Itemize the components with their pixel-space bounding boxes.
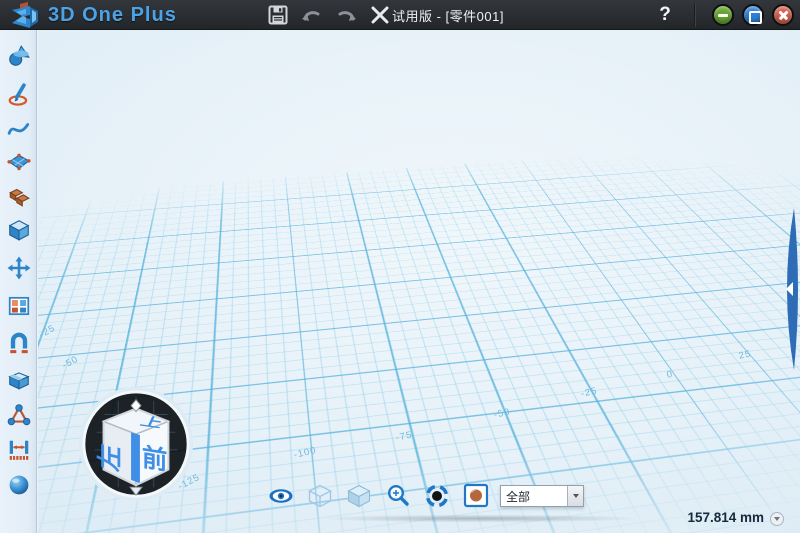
assembly-nodes-icon	[7, 403, 31, 427]
sidebar-item-measure[interactable]	[5, 436, 32, 463]
close-window-button[interactable]	[772, 4, 794, 26]
open-box-icon	[7, 368, 31, 392]
pattern-array-icon	[7, 294, 31, 318]
sidebar-item-pattern[interactable]	[5, 292, 32, 319]
sidebar-item-sketch[interactable]	[5, 81, 32, 108]
selection-filter-button[interactable]	[461, 483, 491, 509]
undo-button[interactable]	[300, 3, 324, 27]
view-toolbar: 全部	[266, 482, 584, 510]
wireframe-cube-icon	[306, 483, 334, 509]
sidebar-item-solid[interactable]	[5, 216, 32, 243]
window-controls	[712, 4, 794, 26]
redo-icon	[335, 6, 357, 24]
titlebar-toolbar	[266, 0, 392, 30]
close-document-button[interactable]	[368, 3, 392, 27]
measurement-readout: 157.814 mm	[687, 510, 764, 525]
wireframe-view-button[interactable]	[305, 483, 335, 509]
titlebar-separator	[694, 3, 695, 27]
filter-dropdown[interactable]: 全部	[500, 485, 584, 507]
measure-ruler-icon	[7, 438, 31, 462]
selection-filter-icon	[462, 483, 490, 509]
save-button[interactable]	[266, 3, 290, 27]
sidebar-item-magnet[interactable]	[5, 329, 32, 356]
combine-blocks-icon	[7, 184, 31, 208]
shaded-cube-icon	[345, 483, 373, 509]
sidebar-item-move[interactable]	[5, 254, 32, 281]
orbit-camera-button[interactable]	[422, 483, 452, 509]
app-window: 3D One Plus	[0, 0, 800, 533]
filter-dropdown-button[interactable]	[567, 486, 583, 506]
sidebar-item-curve[interactable]	[5, 116, 32, 143]
eye-icon	[266, 485, 296, 507]
app-logo-icon	[8, 2, 42, 29]
visibility-button[interactable]	[266, 483, 296, 509]
filter-dropdown-value: 全部	[501, 488, 567, 505]
sidebar-item-extract[interactable]	[5, 366, 32, 393]
right-panel-handle[interactable]	[778, 206, 800, 372]
move-arrows-icon	[7, 256, 31, 280]
app-logo-text: 3D One Plus	[48, 4, 177, 27]
surface-mesh-icon	[7, 151, 31, 175]
sidebar-item-surface[interactable]	[5, 149, 32, 176]
measurement-unit-dropdown[interactable]	[770, 512, 784, 526]
app-logo: 3D One Plus	[8, 1, 177, 29]
view-cube[interactable]: 上 左 前	[77, 385, 195, 503]
maximize-button[interactable]	[742, 4, 764, 26]
shaded-view-button[interactable]	[344, 483, 374, 509]
document-title: 试用版 - [零件001]	[392, 0, 504, 30]
help-button[interactable]: ?	[652, 0, 678, 30]
minimize-button[interactable]	[712, 4, 734, 26]
view-cube-front-label[interactable]: 前	[142, 442, 168, 476]
magnifier-icon	[385, 483, 411, 509]
orbit-aperture-icon	[423, 482, 451, 510]
chevron-down-icon	[573, 494, 579, 498]
sidebar-item-combine[interactable]	[5, 182, 32, 209]
sidebar-item-primitives[interactable]	[5, 42, 32, 69]
tool-sidebar: »	[0, 30, 37, 533]
zoom-button[interactable]	[383, 483, 413, 509]
undo-icon	[301, 6, 323, 24]
chevron-down-icon	[774, 517, 780, 521]
view-cube-highlight-edge	[131, 432, 140, 483]
sketch-pen-icon	[7, 83, 31, 107]
sidebar-item-assembly[interactable]	[5, 401, 32, 428]
solid-cube-icon	[7, 218, 31, 242]
primitive-shapes-icon	[7, 44, 31, 68]
toolbar-shadow	[256, 513, 704, 524]
save-icon	[268, 5, 288, 25]
viewport-canvas[interactable]: -100 -75 -50 -25 0 25 -25 -50 -125 上 左 前	[38, 30, 800, 533]
title-bar: 3D One Plus	[0, 0, 800, 30]
spline-curve-icon	[7, 118, 31, 142]
material-sphere-icon	[7, 473, 31, 497]
redo-button[interactable]	[334, 3, 358, 27]
close-document-icon	[370, 5, 390, 25]
magnet-icon	[7, 331, 31, 355]
sidebar-item-material[interactable]	[5, 471, 32, 498]
